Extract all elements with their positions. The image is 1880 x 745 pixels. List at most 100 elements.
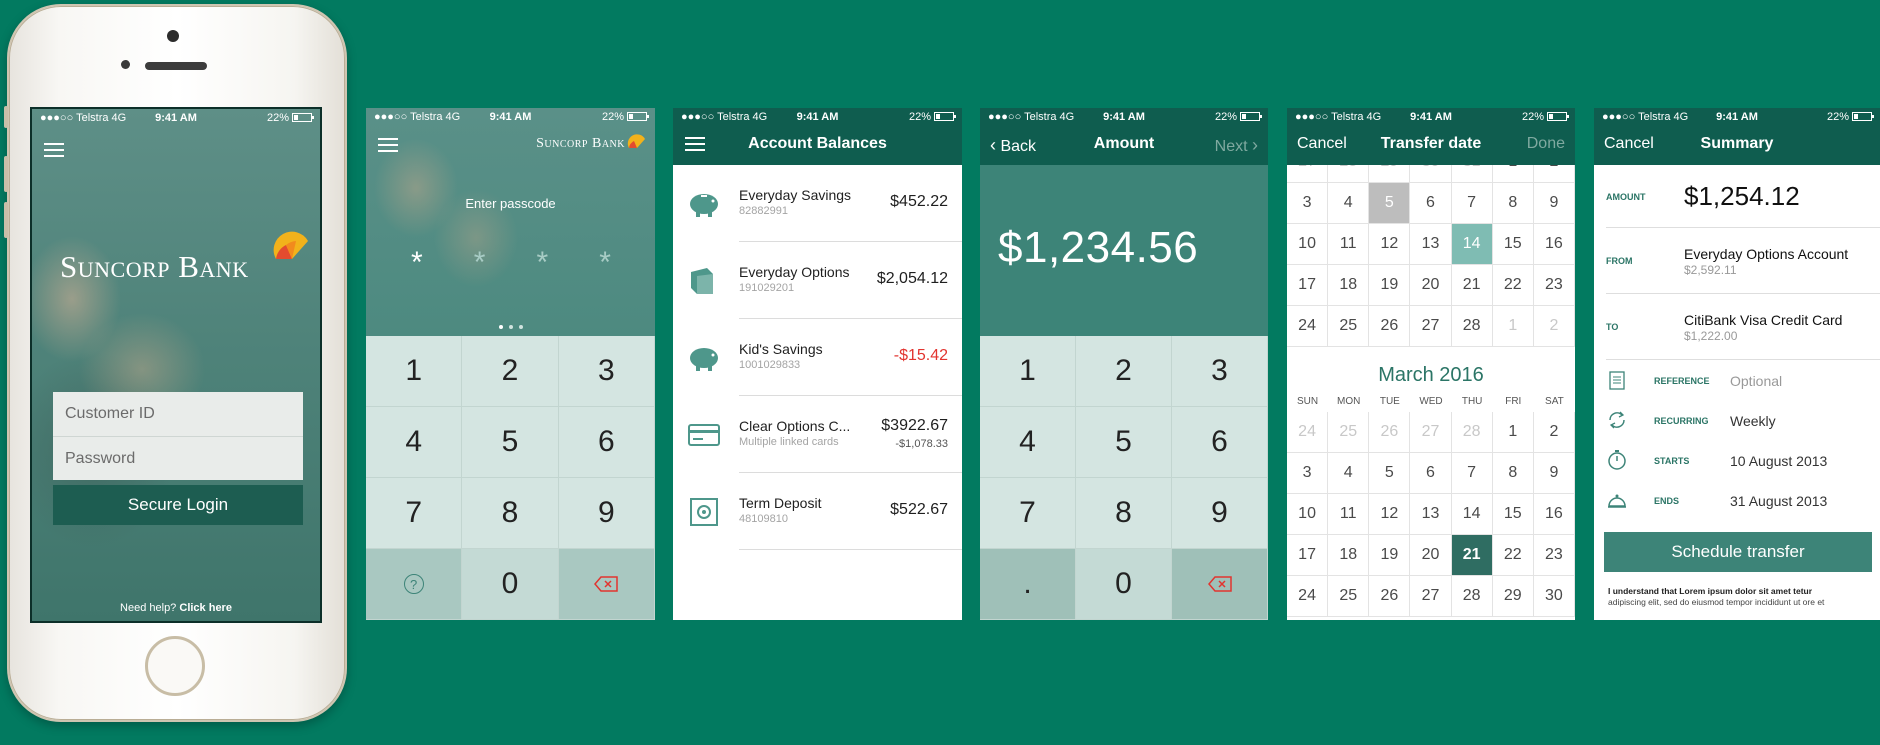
ends-row[interactable]: ENDS 31 August 2013 <box>1594 480 1880 520</box>
key-9[interactable]: 9 <box>558 478 655 549</box>
key-0[interactable]: 0 <box>1076 549 1172 620</box>
calendar-day[interactable]: 6 <box>1410 183 1452 224</box>
account-row[interactable]: Term Deposit 48109810 $522.67 <box>673 473 962 550</box>
account-row[interactable]: Everyday Options 191029201 $2,054.12 <box>673 242 962 319</box>
calendar-day[interactable]: 29 <box>1492 576 1534 617</box>
account-row[interactable]: Kid's Savings 1001029833 -$15.42 <box>673 319 962 396</box>
secure-login-button[interactable]: Secure Login <box>53 485 303 525</box>
calendar-day[interactable]: 16 <box>1533 224 1575 265</box>
calendar-day[interactable]: 19 <box>1369 265 1411 306</box>
calendar-day[interactable]: 24 <box>1287 576 1329 617</box>
calendar-day[interactable]: 5 <box>1369 453 1411 494</box>
calendar-day[interactable]: 24 <box>1287 306 1329 347</box>
calendar-day[interactable]: 28 <box>1451 306 1493 347</box>
key-4[interactable]: 4 <box>980 407 1076 478</box>
calendar-day[interactable]: 17 <box>1287 265 1329 306</box>
calendar-day[interactable]: 14 <box>1451 224 1493 265</box>
calendar-day[interactable]: 23 <box>1533 265 1575 306</box>
calendar-day[interactable]: 3 <box>1287 183 1329 224</box>
calendar-day[interactable]: 25 <box>1328 306 1370 347</box>
key-1[interactable]: 1 <box>366 336 463 407</box>
key-4[interactable]: 4 <box>366 407 463 478</box>
calendar-day[interactable]: 1 <box>1492 412 1534 453</box>
calendar-day[interactable]: 13 <box>1410 224 1452 265</box>
calendar-day[interactable]: 1 <box>1492 306 1534 347</box>
calendar-day[interactable]: 28 <box>1451 576 1493 617</box>
key-5[interactable]: 5 <box>462 407 559 478</box>
key-7[interactable]: 7 <box>980 478 1076 549</box>
help-key[interactable]: ? <box>366 549 463 620</box>
summary-to-row[interactable]: TO CitiBank Visa Credit Card $1,222.00 <box>1594 294 1880 360</box>
calendar-day[interactable]: 22 <box>1492 265 1534 306</box>
reference-input[interactable]: Optional <box>1730 373 1782 389</box>
account-row[interactable]: Clear Options C... Multiple linked cards… <box>673 396 962 473</box>
calendar-day[interactable]: 6 <box>1410 453 1452 494</box>
calendar-day[interactable]: 9 <box>1533 453 1575 494</box>
calendar-day[interactable]: 23 <box>1533 535 1575 576</box>
schedule-transfer-button[interactable]: Schedule transfer <box>1604 532 1872 572</box>
key-2[interactable]: 2 <box>1076 336 1172 407</box>
key-0[interactable]: 0 <box>462 549 559 620</box>
calendar-day[interactable]: 11 <box>1328 224 1370 265</box>
calendar-day[interactable]: 21 <box>1451 535 1493 576</box>
calendar-day[interactable]: 28 <box>1451 412 1493 453</box>
calendar-day[interactable]: 12 <box>1369 224 1411 265</box>
calendar-day[interactable]: 7 <box>1451 453 1493 494</box>
password-input[interactable]: Password <box>53 436 303 480</box>
calendar-day[interactable]: 2 <box>1533 306 1575 347</box>
done-button[interactable]: Done <box>1527 135 1565 153</box>
calendar-day[interactable]: 7 <box>1451 183 1493 224</box>
key-3[interactable]: 3 <box>1172 336 1268 407</box>
reference-row[interactable]: REFERENCE Optional <box>1594 360 1880 400</box>
menu-icon[interactable] <box>44 143 64 157</box>
starts-row[interactable]: STARTS 10 August 2013 <box>1594 440 1880 480</box>
calendar-day[interactable]: 17 <box>1287 535 1329 576</box>
calendar-day[interactable]: 8 <box>1492 453 1534 494</box>
calendar-day[interactable]: 16 <box>1533 494 1575 535</box>
delete-key[interactable] <box>1172 549 1268 620</box>
calendar-day[interactable]: 27 <box>1410 412 1452 453</box>
key-8[interactable]: 8 <box>1076 478 1172 549</box>
calendar-day[interactable]: 26 <box>1369 412 1411 453</box>
key-6[interactable]: 6 <box>558 407 655 478</box>
key-1[interactable]: 1 <box>980 336 1076 407</box>
next-button[interactable]: Next › <box>1215 135 1258 156</box>
customer-id-input[interactable]: Customer ID <box>53 392 303 436</box>
calendar-day[interactable]: 11 <box>1328 494 1370 535</box>
key-3[interactable]: 3 <box>558 336 655 407</box>
summary-from-row[interactable]: FROM Everyday Options Account $2,592.11 <box>1594 228 1880 294</box>
calendar-day[interactable]: 4 <box>1328 183 1370 224</box>
calendar-day[interactable]: 14 <box>1451 494 1493 535</box>
calendar-day[interactable]: 22 <box>1492 535 1534 576</box>
calendar-day[interactable]: 3 <box>1287 453 1329 494</box>
decimal-key[interactable]: . <box>980 549 1076 620</box>
calendar-day[interactable]: 18 <box>1328 535 1370 576</box>
key-6[interactable]: 6 <box>1172 407 1268 478</box>
calendar-day[interactable]: 9 <box>1533 183 1575 224</box>
calendar-day[interactable]: 30 <box>1533 576 1575 617</box>
calendar-day[interactable]: 13 <box>1410 494 1452 535</box>
menu-icon[interactable] <box>378 138 398 152</box>
key-7[interactable]: 7 <box>366 478 463 549</box>
key-5[interactable]: 5 <box>1076 407 1172 478</box>
calendar-day[interactable]: 20 <box>1410 265 1452 306</box>
calendar-day[interactable]: 25 <box>1328 576 1370 617</box>
calendar-day[interactable]: 27 <box>1410 306 1452 347</box>
calendar-day[interactable]: 2 <box>1533 412 1575 453</box>
calendar-day[interactable]: 12 <box>1369 494 1411 535</box>
calendar-day[interactable]: 10 <box>1287 494 1329 535</box>
calendar-day[interactable]: 19 <box>1369 535 1411 576</box>
calendar-day[interactable]: 18 <box>1328 265 1370 306</box>
calendar-day[interactable]: 10 <box>1287 224 1329 265</box>
calendar-day[interactable]: 21 <box>1451 265 1493 306</box>
delete-key[interactable] <box>558 549 655 620</box>
calendar-day[interactable]: 20 <box>1410 535 1452 576</box>
calendar-day[interactable]: 5 <box>1369 183 1411 224</box>
key-8[interactable]: 8 <box>462 478 559 549</box>
calendar-day[interactable]: 26 <box>1369 576 1411 617</box>
home-button[interactable] <box>145 636 205 696</box>
calendar-day[interactable]: 24 <box>1287 412 1329 453</box>
calendar-day[interactable]: 25 <box>1328 412 1370 453</box>
recurring-row[interactable]: RECURRING Weekly <box>1594 400 1880 440</box>
key-2[interactable]: 2 <box>462 336 559 407</box>
